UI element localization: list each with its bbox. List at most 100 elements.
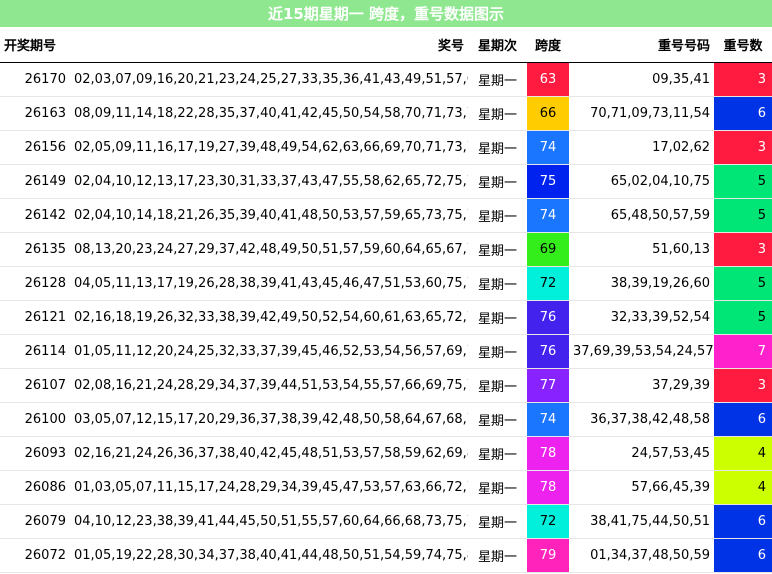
repeat-count-value: 6 bbox=[714, 538, 772, 571]
span-cell: 79 bbox=[527, 538, 569, 573]
repeat-count-cell: 6 bbox=[714, 538, 772, 573]
header-issue: 开奖期号 bbox=[0, 28, 70, 63]
span-cell: 74 bbox=[527, 198, 569, 233]
numbers-cell: 01,05,19,22,28,30,34,37,38,40,41,44,48,5… bbox=[70, 538, 468, 573]
weekday-cell: 星期一 bbox=[468, 402, 527, 437]
span-cell: 63 bbox=[527, 62, 569, 97]
span-cell: 76 bbox=[527, 334, 569, 369]
repeat-count-value: 5 bbox=[714, 300, 772, 333]
repeat-numbers-cell: 38,41,75,44,50,51 bbox=[569, 504, 714, 539]
repeat-numbers-cell: 70,71,09,73,11,54 bbox=[569, 96, 714, 131]
issue-cell: 26121 bbox=[0, 300, 70, 335]
numbers-cell: 02,16,21,24,26,36,37,38,40,42,45,48,51,5… bbox=[70, 436, 468, 471]
repeat-numbers-cell: 37,69,39,53,54,24,57 bbox=[569, 334, 714, 369]
repeat-count-value: 6 bbox=[714, 402, 772, 435]
issue-cell: 26093 bbox=[0, 436, 70, 471]
issue-cell: 26128 bbox=[0, 266, 70, 301]
weekday-cell: 星期一 bbox=[468, 538, 527, 573]
table-row: 26093 02,16,21,24,26,36,37,38,40,42,45,48… bbox=[0, 436, 772, 471]
numbers-cell: 03,05,07,12,15,17,20,29,36,37,38,39,42,4… bbox=[70, 402, 468, 437]
repeat-count-value: 3 bbox=[714, 232, 772, 265]
issue-cell: 26135 bbox=[0, 232, 70, 267]
numbers-cell: 04,05,11,13,17,19,26,28,38,39,41,43,45,4… bbox=[70, 266, 468, 301]
repeat-count-cell: 4 bbox=[714, 470, 772, 505]
span-cell: 78 bbox=[527, 436, 569, 471]
span-cell: 69 bbox=[527, 232, 569, 267]
repeat-count-value: 4 bbox=[714, 470, 772, 503]
issue-cell: 26149 bbox=[0, 164, 70, 199]
repeat-numbers-cell: 65,02,04,10,75 bbox=[569, 164, 714, 199]
weekday-cell: 星期一 bbox=[468, 504, 527, 539]
table-row: 26142 02,04,10,14,18,21,26,35,39,40,41,48… bbox=[0, 198, 772, 233]
repeat-numbers-cell: 57,66,45,39 bbox=[569, 470, 714, 505]
span-cell: 74 bbox=[527, 402, 569, 437]
span-value: 77 bbox=[527, 368, 569, 401]
weekday-cell: 星期一 bbox=[468, 436, 527, 471]
span-cell: 72 bbox=[527, 504, 569, 539]
issue-cell: 26079 bbox=[0, 504, 70, 539]
table-row: 26100 03,05,07,12,15,17,20,29,36,37,38,39… bbox=[0, 402, 772, 437]
table-row: 26156 02,05,09,11,16,17,19,27,39,48,49,54… bbox=[0, 130, 772, 165]
span-cell: 75 bbox=[527, 164, 569, 199]
repeat-count-cell: 5 bbox=[714, 266, 772, 301]
issue-cell: 26170 bbox=[0, 62, 70, 97]
numbers-cell: 02,04,10,12,13,17,23,30,31,33,37,43,47,5… bbox=[70, 164, 468, 199]
table-row: 26170 02,03,07,09,16,20,21,23,24,25,27,33… bbox=[0, 62, 772, 97]
span-cell: 78 bbox=[527, 470, 569, 505]
repeat-numbers-cell: 24,57,53,45 bbox=[569, 436, 714, 471]
repeat-count-value: 7 bbox=[714, 334, 772, 367]
table-row: 26107 02,08,16,21,24,28,29,34,37,39,44,51… bbox=[0, 368, 772, 403]
span-value: 78 bbox=[527, 436, 569, 469]
numbers-cell: 02,03,07,09,16,20,21,23,24,25,27,33,35,3… bbox=[70, 62, 468, 97]
span-value: 63 bbox=[527, 62, 569, 95]
repeat-numbers-cell: 65,48,50,57,59 bbox=[569, 198, 714, 233]
repeat-count-cell: 6 bbox=[714, 504, 772, 539]
table-row: 26114 01,05,11,12,20,24,25,32,33,37,39,45… bbox=[0, 334, 772, 369]
repeat-count-value: 5 bbox=[714, 198, 772, 231]
issue-cell: 26100 bbox=[0, 402, 70, 437]
repeat-count-cell: 5 bbox=[714, 300, 772, 335]
repeat-numbers-cell: 01,34,37,48,50,59 bbox=[569, 538, 714, 573]
span-value: 72 bbox=[527, 504, 569, 537]
span-value: 76 bbox=[527, 300, 569, 333]
repeat-count-cell: 3 bbox=[714, 368, 772, 403]
span-cell: 76 bbox=[527, 300, 569, 335]
issue-cell: 26156 bbox=[0, 130, 70, 165]
span-value: 79 bbox=[527, 538, 569, 571]
span-cell: 74 bbox=[527, 130, 569, 165]
issue-cell: 26072 bbox=[0, 538, 70, 573]
repeat-count-value: 4 bbox=[714, 436, 772, 469]
weekday-cell: 星期一 bbox=[468, 232, 527, 267]
repeat-numbers-cell: 17,02,62 bbox=[569, 130, 714, 165]
repeat-count-value: 5 bbox=[714, 164, 772, 197]
repeat-numbers-cell: 36,37,38,42,48,58 bbox=[569, 402, 714, 437]
repeat-numbers-cell: 51,60,13 bbox=[569, 232, 714, 267]
repeat-count-value: 5 bbox=[714, 266, 772, 299]
span-value: 75 bbox=[527, 164, 569, 197]
weekday-cell: 星期一 bbox=[468, 198, 527, 233]
table-row: 26079 04,10,12,23,38,39,41,44,45,50,51,55… bbox=[0, 504, 772, 539]
issue-cell: 26114 bbox=[0, 334, 70, 369]
repeat-numbers-cell: 09,35,41 bbox=[569, 62, 714, 97]
table-row: 26149 02,04,10,12,13,17,23,30,31,33,37,43… bbox=[0, 164, 772, 199]
table-body: 26170 02,03,07,09,16,20,21,23,24,25,27,33… bbox=[0, 62, 772, 573]
repeat-count-cell: 4 bbox=[714, 436, 772, 471]
weekday-cell: 星期一 bbox=[468, 368, 527, 403]
numbers-cell: 02,04,10,14,18,21,26,35,39,40,41,48,50,5… bbox=[70, 198, 468, 233]
repeat-count-cell: 6 bbox=[714, 402, 772, 437]
weekday-cell: 星期一 bbox=[468, 334, 527, 369]
span-cell: 77 bbox=[527, 368, 569, 403]
span-value: 76 bbox=[527, 334, 569, 367]
repeat-count-value: 3 bbox=[714, 62, 772, 95]
span-value: 66 bbox=[527, 96, 569, 129]
weekday-cell: 星期一 bbox=[468, 470, 527, 505]
repeat-numbers-cell: 32,33,39,52,54 bbox=[569, 300, 714, 335]
table-row: 26128 04,05,11,13,17,19,26,28,38,39,41,43… bbox=[0, 266, 772, 301]
table-row: 26086 01,03,05,07,11,15,17,24,28,29,34,39… bbox=[0, 470, 772, 505]
weekday-cell: 星期一 bbox=[468, 300, 527, 335]
header-span: 跨度 bbox=[527, 28, 569, 63]
table-header-row: 开奖期号 奖号 星期次 跨度 重号号码 重号数 bbox=[0, 28, 772, 63]
repeat-count-cell: 3 bbox=[714, 62, 772, 97]
header-repeat-numbers: 重号号码 bbox=[569, 28, 714, 63]
span-cell: 66 bbox=[527, 96, 569, 131]
